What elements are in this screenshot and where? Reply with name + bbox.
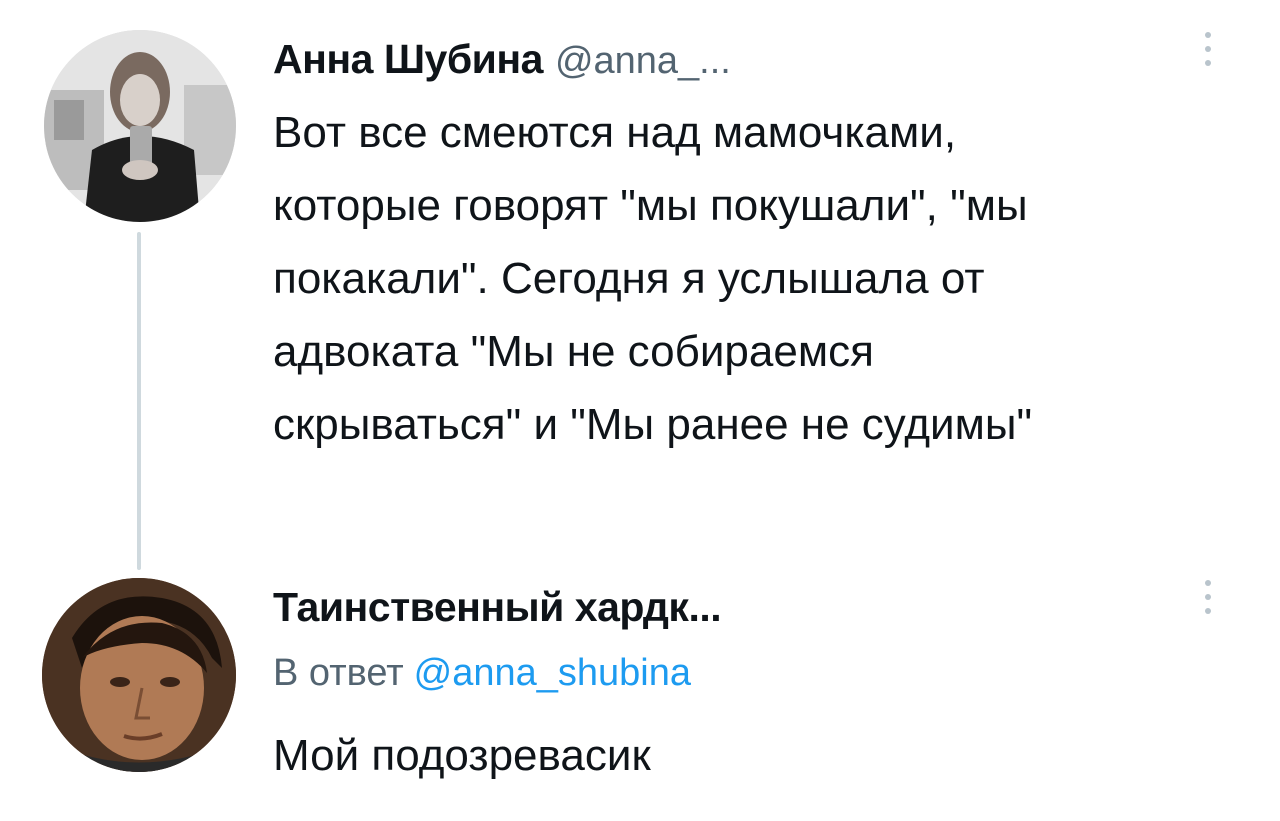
menu-dot (1205, 60, 1211, 66)
reply-context: В ответ @anna_shubina (273, 652, 691, 695)
avatar[interactable] (42, 578, 236, 772)
tweet-text: Вот все смеются над мамочками, которые г… (273, 96, 1243, 461)
author-handle[interactable]: @anna_... (555, 40, 731, 83)
author-name[interactable]: Анна Шубина (273, 36, 543, 83)
tweet-header: Таинственный хардк... (273, 584, 722, 631)
tweet-text-line: которые говорят "мы покушали", "мы (273, 181, 1028, 230)
avatar-photo (42, 578, 236, 772)
tweet-text-line: Вот все смеются над мамочками, (273, 108, 957, 157)
menu-dot (1205, 594, 1211, 600)
tweet-text-line: Мой подозревасик (273, 731, 651, 780)
thread-line (137, 232, 141, 570)
tweet-text-line: скрываться" и "Мы ранее не судимы" (273, 400, 1033, 449)
tweet-reply: Таинственный хардк... В ответ @anna_shubi… (0, 560, 1280, 821)
more-vertical-icon[interactable] (1196, 580, 1220, 614)
tweet-original: Анна Шубина @anna_... Вот все смеются на… (0, 0, 1280, 570)
menu-dot (1205, 580, 1211, 586)
tweet-text: Мой подозревасик (273, 719, 1243, 792)
tweet-text-line: адвоката "Мы не собираемся (273, 327, 874, 376)
reply-mention-link[interactable]: @anna_shubina (414, 652, 691, 694)
tweet-header: Анна Шубина @anna_... (273, 36, 731, 83)
avatar-photo (44, 30, 236, 222)
menu-dot (1205, 46, 1211, 52)
menu-dot (1205, 608, 1211, 614)
more-vertical-icon[interactable] (1196, 32, 1220, 66)
author-name[interactable]: Таинственный хардк... (273, 584, 722, 631)
avatar[interactable] (44, 30, 236, 222)
tweet-text-line: покакали". Сегодня я услышала от (273, 254, 985, 303)
menu-dot (1205, 32, 1211, 38)
reply-prefix: В ответ (273, 652, 404, 694)
